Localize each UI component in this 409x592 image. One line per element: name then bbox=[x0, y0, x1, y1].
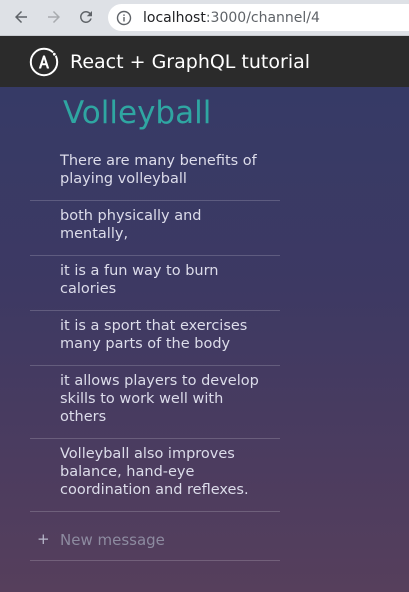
app-header: React + GraphQL tutorial bbox=[0, 36, 409, 87]
app-title: React + GraphQL tutorial bbox=[70, 50, 311, 73]
arrow-left-icon bbox=[15, 11, 27, 23]
message-item: it allows players to develop skills to w… bbox=[30, 366, 280, 439]
reload-button[interactable] bbox=[75, 6, 97, 28]
back-button[interactable] bbox=[10, 6, 32, 28]
plus-icon: + bbox=[37, 530, 50, 548]
message-item: Volleyball also improves balance, hand-e… bbox=[30, 439, 280, 512]
url-text: localhost:3000/channel/4 bbox=[143, 10, 320, 26]
reload-icon bbox=[79, 10, 92, 23]
message-item: both physically and mentally, bbox=[30, 201, 280, 256]
browser-toolbar: localhost:3000/channel/4 bbox=[0, 0, 409, 36]
channel-title: Volleyball bbox=[63, 95, 212, 131]
forward-button[interactable] bbox=[43, 6, 65, 28]
message-item: it is a sport that exercises many parts … bbox=[30, 311, 280, 366]
url-path: :3000/channel/4 bbox=[205, 9, 320, 26]
arrow-right-icon bbox=[48, 11, 60, 23]
apollo-logo-icon bbox=[29, 47, 59, 76]
message-item: There are many benefits of playing volle… bbox=[30, 146, 280, 201]
message-item: it is a fun way to burn calories bbox=[30, 256, 280, 311]
address-bar[interactable]: localhost:3000/channel/4 bbox=[108, 4, 409, 31]
info-icon[interactable] bbox=[116, 10, 132, 26]
new-message-input[interactable] bbox=[60, 529, 275, 551]
url-host: localhost bbox=[143, 9, 206, 26]
message-list: There are many benefits of playing volle… bbox=[30, 146, 280, 512]
message-composer: + bbox=[30, 521, 280, 561]
channel-view: Volleyball There are many benefits of pl… bbox=[0, 87, 409, 592]
